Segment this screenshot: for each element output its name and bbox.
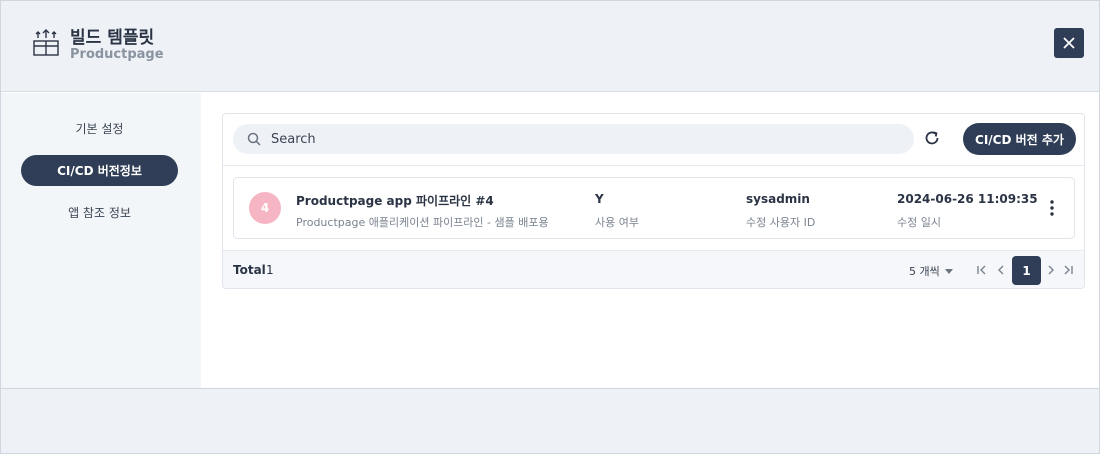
search-box[interactable]: [233, 124, 914, 154]
close-button[interactable]: [1054, 28, 1084, 58]
add-cicd-version-button[interactable]: CI/CD 버전 추가: [963, 123, 1076, 155]
modal-header: 빌드 템플릿 Productpage: [1, 1, 1099, 92]
pipeline-description: Productpage 애플리케이션 파이프라인 - 샘플 배포용: [296, 216, 549, 229]
table-footer: Total 1 5 개씩 1: [223, 250, 1084, 288]
sidebar: 기본 설정 CI/CD 버전정보 앱 참조 정보: [1, 93, 201, 388]
first-page-icon[interactable]: [975, 263, 989, 277]
table-row[interactable]: 4 Productpage app 파이프라인 #4 Productpage 애…: [233, 177, 1075, 239]
page-size-select[interactable]: 5 개씩: [909, 263, 953, 279]
modified-at-value: 2024-06-26 11:09:35: [897, 192, 1038, 206]
modifier-label: 수정 사용자 ID: [746, 216, 816, 229]
main-content: CI/CD 버전 추가 4 Productpage app 파이프라인 #4 P…: [201, 93, 1099, 388]
modal-subtitle: Productpage: [70, 47, 164, 62]
modal-footer: [1, 388, 1099, 453]
sidebar-item-cicd-version[interactable]: CI/CD 버전정보: [21, 155, 178, 186]
modifier-value: sysadmin: [746, 192, 810, 206]
prev-page-icon[interactable]: [994, 263, 1008, 277]
used-label: 사용 여부: [595, 216, 639, 229]
search-icon: [247, 132, 261, 146]
used-value: Y: [595, 192, 604, 206]
page-size-value: 5 개씩: [909, 265, 940, 278]
sidebar-item-basic-settings[interactable]: 기본 설정: [21, 113, 178, 144]
last-page-icon[interactable]: [1061, 263, 1075, 277]
total-count: 1: [266, 263, 274, 277]
toolbar: CI/CD 버전 추가: [223, 114, 1084, 166]
build-template-modal: 빌드 템플릿 Productpage 기본 설정 CI/CD 버전정보 앱 참조…: [0, 0, 1100, 454]
close-icon: [1063, 37, 1075, 49]
version-badge: 4: [249, 192, 281, 224]
refresh-icon[interactable]: [923, 129, 941, 147]
modal-title: 빌드 템플릿: [70, 28, 155, 48]
box-upload-icon: [33, 29, 59, 56]
sidebar-item-app-reference[interactable]: 앱 참조 정보: [21, 197, 178, 228]
search-input[interactable]: [271, 131, 891, 147]
more-options-icon[interactable]: [1046, 199, 1058, 217]
next-page-icon[interactable]: [1044, 263, 1058, 277]
modified-at-label: 수정 일시: [897, 216, 941, 229]
current-page-button[interactable]: 1: [1012, 256, 1041, 285]
total-label: Total: [233, 263, 266, 277]
version-panel: CI/CD 버전 추가 4 Productpage app 파이프라인 #4 P…: [222, 113, 1085, 289]
caret-down-icon: [944, 268, 953, 274]
pipeline-name: Productpage app 파이프라인 #4: [296, 194, 494, 208]
